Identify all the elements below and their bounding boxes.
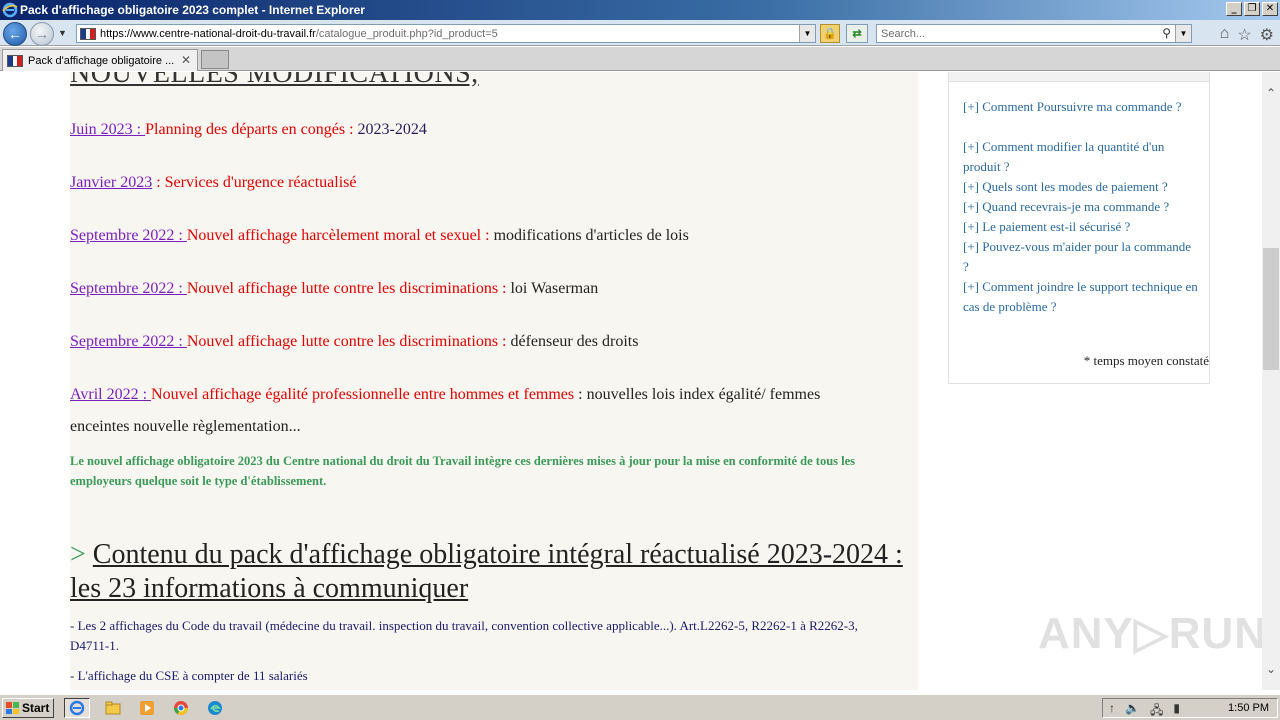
update-summary-note: Le nouvel affichage obligatoire 2023 du … <box>70 454 856 488</box>
tray-power-icon[interactable]: ▮ <box>1173 701 1180 720</box>
maximize-button[interactable]: ❐ <box>1244 2 1260 16</box>
minimize-button[interactable]: _ <box>1226 2 1242 16</box>
scroll-up-icon[interactable]: ⌃ <box>1262 86 1280 102</box>
start-label: Start <box>22 701 50 715</box>
lock-icon[interactable]: 🔒 <box>820 24 840 43</box>
sidebar-note: * temps moyen constaté <box>1083 353 1209 368</box>
update-item: Avril 2022 : Nouvel affichage égalité pr… <box>70 386 820 404</box>
forward-button[interactable]: → <box>30 22 54 46</box>
update-item: Janvier 2023 : Services d'urgence réactu… <box>70 174 356 192</box>
update-date-link[interactable]: Septembre 2022 : <box>70 280 187 297</box>
tray-network-icon[interactable]: 🖧 <box>1150 701 1163 720</box>
main-content: NOUVELLES MODIFICATIONS, Juin 2023 : Pla… <box>70 72 918 690</box>
tab-favicon-icon <box>7 54 23 67</box>
update-item: Septembre 2022 : Nouvel affichage lutte … <box>70 333 638 351</box>
taskbar-edge-icon[interactable] <box>202 698 228 718</box>
faq-link[interactable]: [+] Comment joindre le support technique… <box>963 277 1199 317</box>
update-date-link[interactable]: Avril 2022 : <box>70 386 151 403</box>
tab-active[interactable]: Pack d'affichage obligatoire ... ✕ <box>2 49 198 71</box>
tab-strip: Pack d'affichage obligatoire ... ✕ <box>0 47 1280 71</box>
address-dropdown-icon[interactable]: ▼ <box>799 25 815 42</box>
update-detail: modifications d'articles de lois <box>493 227 689 244</box>
content-title-text: Contenu du pack d'affichage obligatoire … <box>70 539 903 604</box>
tab-label: Pack d'affichage obligatoire ... <box>28 54 175 67</box>
update-detail: : nouvelles lois index égalité/ femmes <box>574 386 821 403</box>
url-host: https://www.centre-national-droit-du-tra… <box>100 27 316 40</box>
list-item: - Les 2 affichages du Code du travail (m… <box>70 618 858 653</box>
search-placeholder: Search... <box>881 27 926 40</box>
arrow-right-icon: → <box>35 26 49 42</box>
settings-gear-icon[interactable]: ⚙ <box>1260 25 1274 45</box>
search-dropdown-icon[interactable]: ▼ <box>1175 25 1191 42</box>
window-titlebar: Pack d'affichage obligatoire 2023 comple… <box>0 0 1280 20</box>
update-detail: loi Waserman <box>510 280 599 297</box>
scroll-down-icon[interactable]: ⌄ <box>1262 662 1280 678</box>
update-title: Nouvel affichage harcèlement moral et se… <box>186 227 494 244</box>
site-favicon-icon <box>80 27 96 40</box>
address-toolbar: ← → ▼ https://www.centre-national-droit-… <box>0 20 1280 46</box>
arrow-left-icon: ← <box>8 26 22 42</box>
window-title: Pack d'affichage obligatoire 2023 comple… <box>20 3 365 17</box>
home-icon[interactable]: ⌂ <box>1220 25 1230 45</box>
anyrun-watermark: ANY▷RUN <box>1038 609 1268 658</box>
favorites-star-icon[interactable]: ☆ <box>1237 25 1251 45</box>
system-tray: ↑ 🔈 🖧 ▮ 1:50 PM <box>1102 698 1278 718</box>
update-item: Septembre 2022 : Nouvel affichage lutte … <box>70 280 598 298</box>
chevron-right-icon: > <box>70 539 86 570</box>
faq-link[interactable]: [+] Comment modifier la quantité d'un pr… <box>963 137 1199 177</box>
start-button[interactable]: Start <box>2 698 54 718</box>
back-button[interactable]: ← <box>3 22 27 46</box>
update-item: Juin 2023 : Planning des départs en cong… <box>70 121 427 139</box>
faq-link[interactable]: [+] Le paiement est-il sécurisé ? <box>963 217 1199 237</box>
update-detail: 2023-2024 <box>357 121 427 138</box>
update-date-link[interactable]: Juin 2023 : <box>70 121 145 138</box>
address-input[interactable]: https://www.centre-national-droit-du-tra… <box>76 24 816 43</box>
taskbar-folder-icon[interactable] <box>100 698 126 718</box>
section-heading: NOUVELLES MODIFICATIONS, <box>70 72 479 89</box>
update-date-link[interactable]: Septembre 2022 : <box>70 227 187 244</box>
close-window-button[interactable]: ✕ <box>1262 2 1278 16</box>
tab-close-icon[interactable]: ✕ <box>181 53 191 67</box>
scrollbar-thumb[interactable] <box>1263 248 1279 370</box>
history-dropdown-icon[interactable]: ▼ <box>58 28 67 38</box>
taskbar-clock: 1:50 PM <box>1228 702 1269 714</box>
faq-link[interactable]: [+] Quels sont les modes de paiement ? <box>963 177 1199 197</box>
faq-sidebar: [+] Comment Poursuivre ma commande ? [+]… <box>948 72 1210 384</box>
update-title: : Services d'urgence réactualisé <box>152 174 357 191</box>
list-item: - L'affichage du CSE à compter de 11 sal… <box>70 668 308 683</box>
page-viewport: NOUVELLES MODIFICATIONS, Juin 2023 : Pla… <box>0 72 1262 690</box>
refresh-button[interactable]: ⇄ <box>846 24 868 43</box>
update-item: Septembre 2022 : Nouvel affichage harcèl… <box>70 227 689 245</box>
taskbar-ie-icon[interactable] <box>64 698 90 718</box>
taskbar-chrome-icon[interactable] <box>168 698 194 718</box>
windows-logo-icon <box>6 702 19 714</box>
update-date-link[interactable]: Janvier 2023 <box>70 174 152 191</box>
update-date-link[interactable]: Septembre 2022 : <box>70 333 187 350</box>
update-title: Nouvel affichage lutte contre les discri… <box>186 280 511 297</box>
taskbar: Start ↑ 🔈 🖧 ▮ 1:50 PM <box>0 694 1280 720</box>
faq-header <box>949 72 1209 82</box>
new-tab-button[interactable] <box>201 50 229 69</box>
faq-link[interactable]: [+] Comment Poursuivre ma commande ? <box>963 97 1199 117</box>
faq-link[interactable]: [+] Pouvez-vous m'aider pour la commande… <box>963 237 1199 277</box>
update-title: Planning des départs en congés : <box>145 121 358 138</box>
search-icon[interactable]: ⚲ <box>1162 26 1171 40</box>
search-input[interactable]: Search... ⚲ ▼ <box>876 24 1192 43</box>
update-title: Nouvel affichage lutte contre les discri… <box>186 333 511 350</box>
update-detail-continued: enceintes nouvelle règlementation... <box>70 418 301 435</box>
taskbar-media-icon[interactable] <box>134 698 160 718</box>
tray-volume-icon[interactable]: 🔈 <box>1125 701 1140 720</box>
update-detail: défenseur des droits <box>510 333 639 350</box>
url-path: /catalogue_produit.php?id_product=5 <box>315 27 498 40</box>
content-section-title: > Contenu du pack d'affichage obligatoir… <box>70 538 918 606</box>
ie-logo-icon <box>2 2 18 18</box>
tray-arrow-icon[interactable]: ↑ <box>1109 701 1115 720</box>
vertical-scrollbar[interactable]: ⌃ ⌄ <box>1262 72 1280 690</box>
update-title: Nouvel affichage égalité professionnelle… <box>151 386 575 403</box>
faq-link[interactable]: [+] Quand recevrais-je ma commande ? <box>963 197 1199 217</box>
